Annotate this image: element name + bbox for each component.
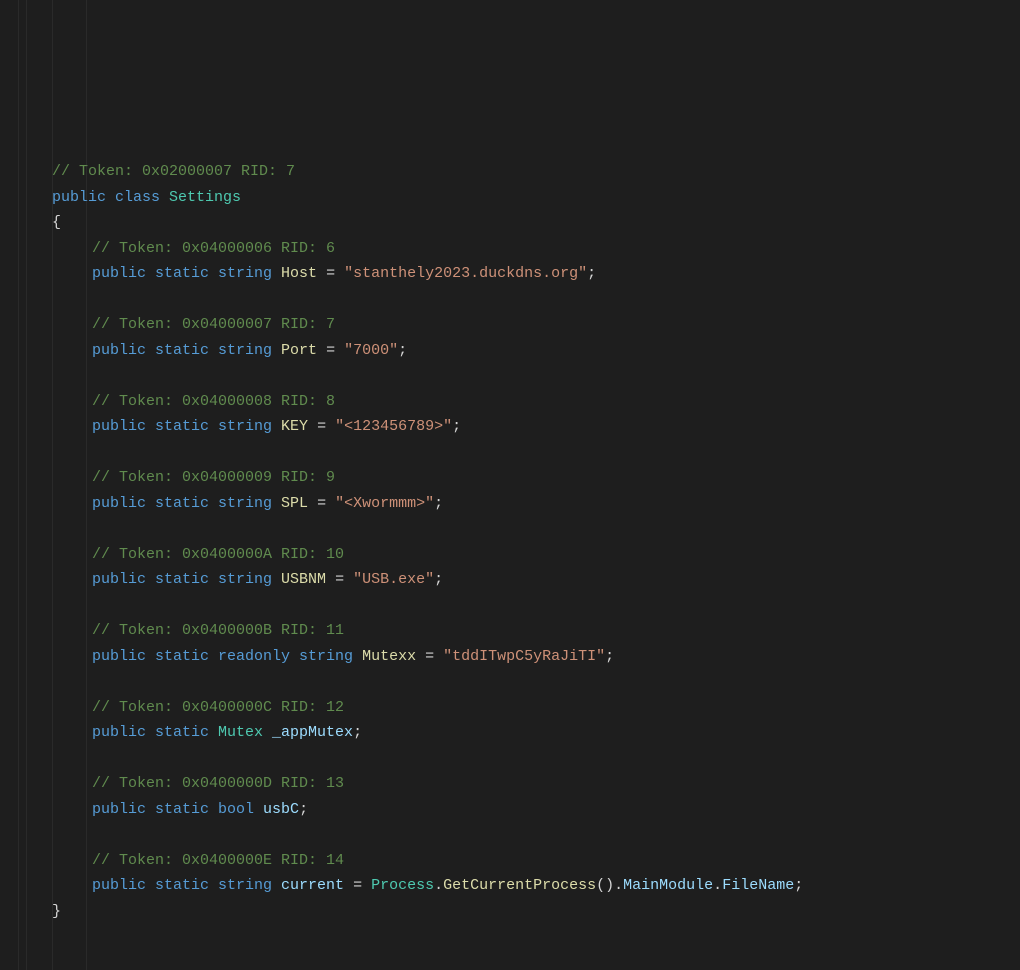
field-token-comment: // Token: 0x0400000E RID: 14	[12, 848, 1020, 874]
field-declaration: public static Mutex _appMutex;	[12, 720, 1020, 746]
open-brace: {	[12, 210, 1020, 236]
field-declaration: public static readonly string Mutexx = "…	[12, 644, 1020, 670]
class-token-comment: // Token: 0x02000007 RID: 7	[12, 159, 1020, 185]
field-declaration: public static string Host = "stanthely20…	[12, 261, 1020, 287]
field-token-comment: // Token: 0x0400000A RID: 10	[12, 542, 1020, 568]
code-block: // Token: 0x02000007 RID: 7public class …	[12, 159, 1020, 924]
field-token-comment: // Token: 0x04000009 RID: 9	[12, 465, 1020, 491]
field-token-comment: // Token: 0x0400000B RID: 11	[12, 618, 1020, 644]
field-token-comment: // Token: 0x0400000D RID: 13	[12, 771, 1020, 797]
indent-guide	[26, 0, 27, 970]
field-token-comment: // Token: 0x04000006 RID: 6	[12, 236, 1020, 262]
field-token-comment: // Token: 0x0400000C RID: 12	[12, 695, 1020, 721]
field-declaration: public static string KEY = "<123456789>"…	[12, 414, 1020, 440]
field-declaration: public static string current = Process.G…	[12, 873, 1020, 899]
field-declaration: public static string USBNM = "USB.exe";	[12, 567, 1020, 593]
field-declaration: public static string Port = "7000";	[12, 338, 1020, 364]
code-editor: // Token: 0x02000007 RID: 7public class …	[0, 0, 1020, 970]
close-brace: }	[12, 899, 1020, 925]
class-declaration: public class Settings	[12, 185, 1020, 211]
field-token-comment: // Token: 0x04000008 RID: 8	[12, 389, 1020, 415]
indent-guide	[18, 0, 19, 970]
field-token-comment: // Token: 0x04000007 RID: 7	[12, 312, 1020, 338]
field-declaration: public static bool usbC;	[12, 797, 1020, 823]
indent-guide	[86, 0, 87, 970]
indent-guide	[52, 0, 53, 970]
field-declaration: public static string SPL = "<Xwormmm>";	[12, 491, 1020, 517]
